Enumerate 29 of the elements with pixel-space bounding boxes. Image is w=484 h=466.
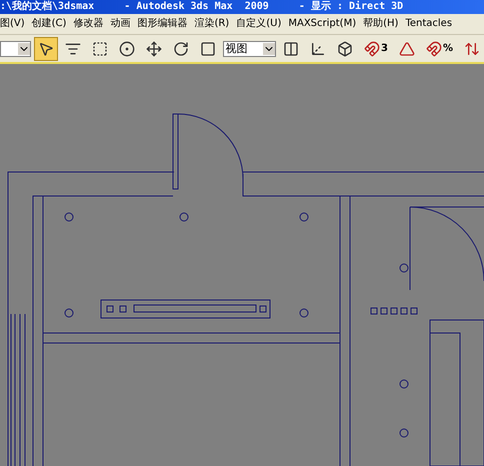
menu-item[interactable]: 图(V) [0,19,25,29]
menu-item[interactable]: 渲染(R) [194,19,230,29]
menu-item[interactable]: 创建(C) [32,19,66,29]
axis-icon [310,40,326,56]
toolbar-button[interactable]: 3 [360,36,392,60]
toolbar-button[interactable]: % [422,36,457,60]
rotate-icon [172,40,189,56]
dropdown-value: 视图 [224,43,249,54]
menu-item[interactable]: 修改器 [73,19,104,29]
magnet-icon [426,40,442,56]
menu-item[interactable]: 动画 [110,19,130,29]
caret-icon [18,42,30,54]
dropdown[interactable] [0,40,31,56]
menu-item[interactable]: 帮助(H) [363,19,398,29]
magnet-icon [364,40,380,56]
menu-item[interactable]: MAXScript(M) [288,19,356,29]
dashed-square-icon [92,40,108,56]
menu-item[interactable]: Tentacles [405,19,452,29]
pointer-icon [38,40,54,56]
dropdown[interactable]: 视图 [222,40,276,56]
box-icon [337,40,353,56]
circle-dot-icon [118,40,135,56]
window-title: :\我的文档\3dsmax - Autodesk 3ds Max 2009 - 显示 : Direct 3D [0,2,404,12]
caret-icon [263,42,275,54]
move-icon [146,40,162,56]
square-icon [200,40,216,56]
toolbar-button[interactable] [34,36,58,60]
menu-item[interactable]: 自定义(U) [236,19,282,29]
menu-item[interactable]: 图形编辑器 [137,19,188,29]
